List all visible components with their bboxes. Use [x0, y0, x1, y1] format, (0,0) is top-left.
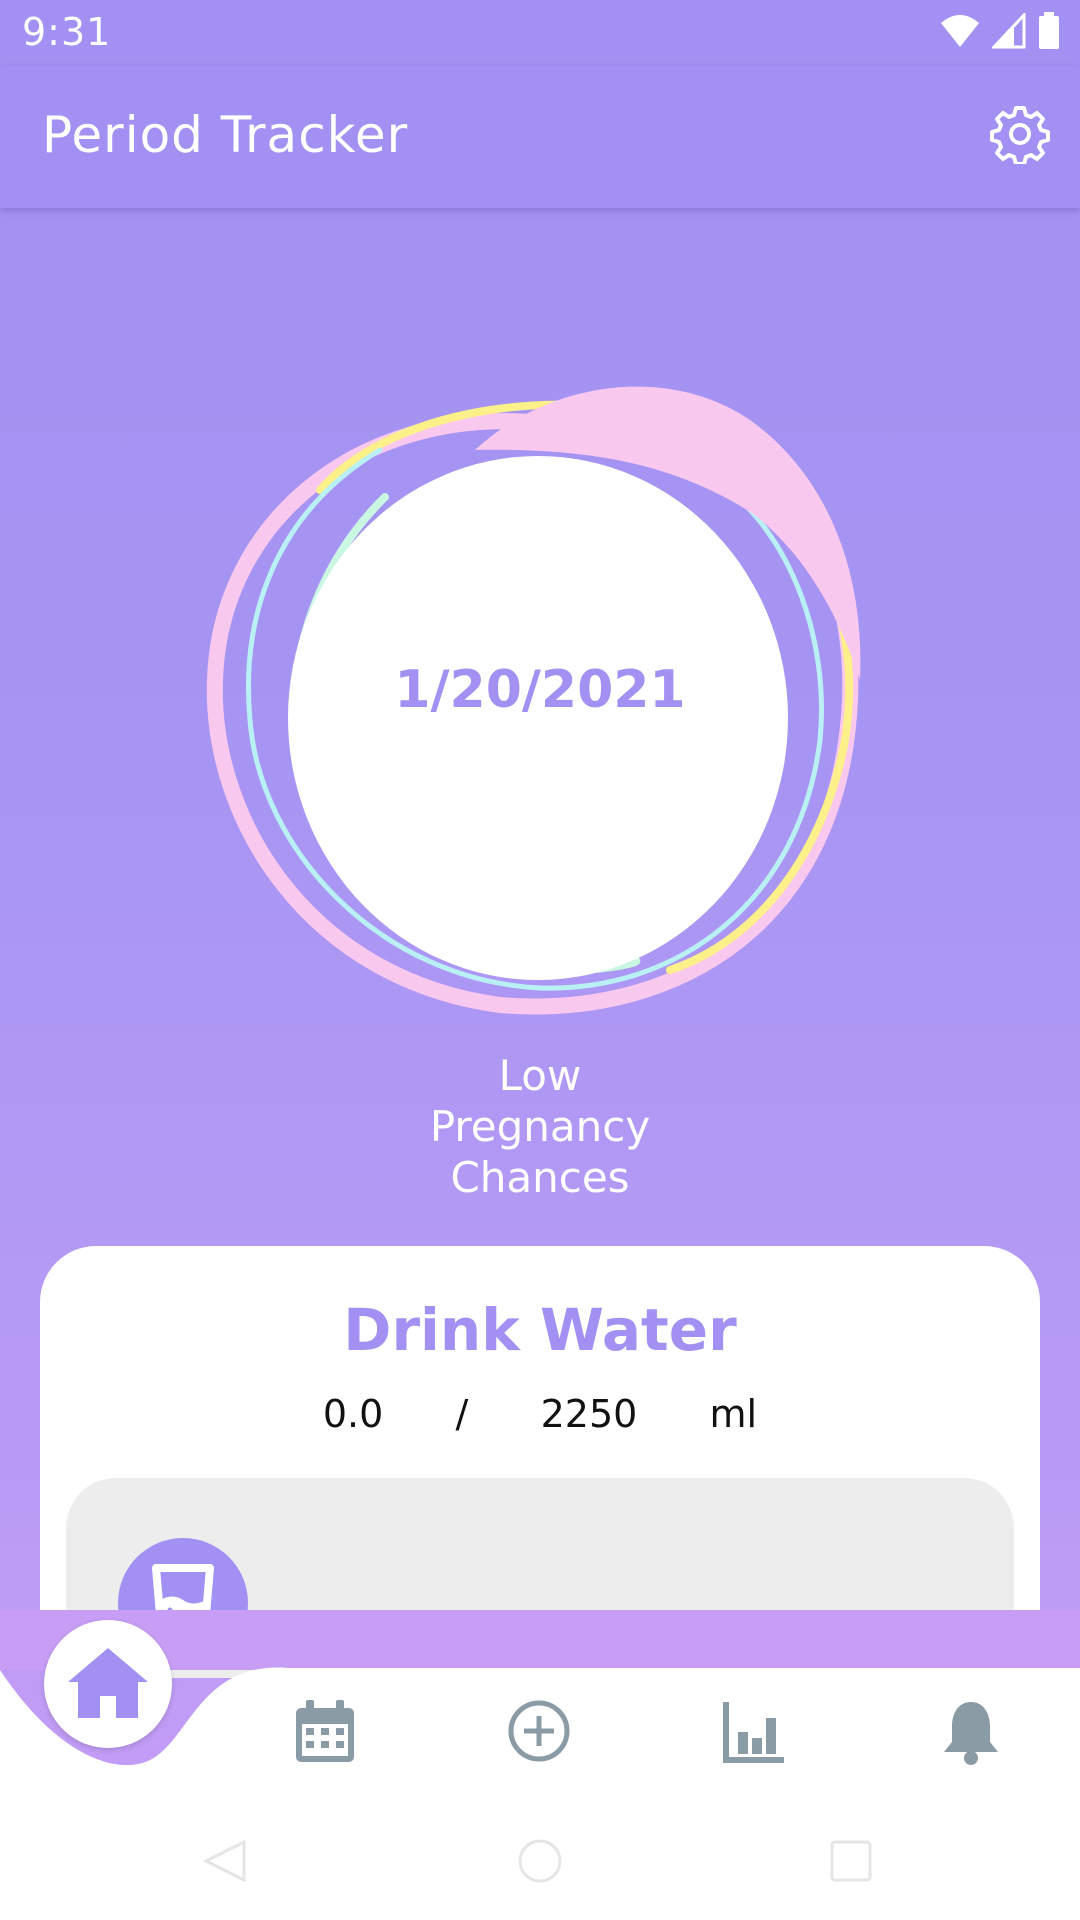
drink-water-card: Drink Water 0.0 / 2250 ml [40, 1246, 1040, 1678]
pregnancy-chance-label: Low Pregnancy Chances [429, 1051, 651, 1202]
system-nav-bar [0, 1800, 1080, 1920]
recents-icon[interactable] [826, 1836, 876, 1886]
water-amount: 0.0 / 2250 ml [322, 1392, 758, 1436]
battery-icon [1039, 12, 1059, 49]
bar-chart-icon [723, 1702, 784, 1763]
nav-home-button[interactable] [44, 1620, 172, 1748]
status-icons [940, 12, 1060, 50]
nav-calendar-button[interactable] [290, 1696, 360, 1766]
signal-icon [992, 13, 1026, 49]
gear-icon [990, 106, 1050, 166]
home-circle-icon[interactable] [515, 1836, 565, 1886]
back-icon[interactable] [200, 1836, 250, 1886]
nav-stats-button[interactable] [720, 1696, 790, 1766]
status-time: 9:31 [22, 10, 112, 54]
status-bar: 9:31 [0, 0, 1080, 66]
app-title: Period Tracker [42, 106, 409, 164]
app-bar: Period Tracker [0, 66, 1080, 208]
calendar-icon [296, 1700, 354, 1762]
settings-button[interactable] [990, 104, 1050, 166]
nav-notifications-button[interactable] [936, 1696, 1006, 1766]
home-icon [68, 1648, 148, 1718]
app-screen: 9:31 Period Tracker 1/20/2021 Low Pregna… [0, 0, 1080, 1920]
nav-add-button[interactable] [504, 1696, 574, 1766]
cycle-date: 1/20/2021 [394, 660, 686, 720]
add-circle-icon [508, 1700, 570, 1762]
wifi-icon [941, 15, 979, 47]
pregnancy-chance-text: Low Pregnancy Chances [390, 1050, 690, 1203]
bell-icon [944, 1702, 998, 1765]
drink-water-title: Drink Water [343, 1296, 737, 1364]
banner-area [0, 208, 1080, 336]
